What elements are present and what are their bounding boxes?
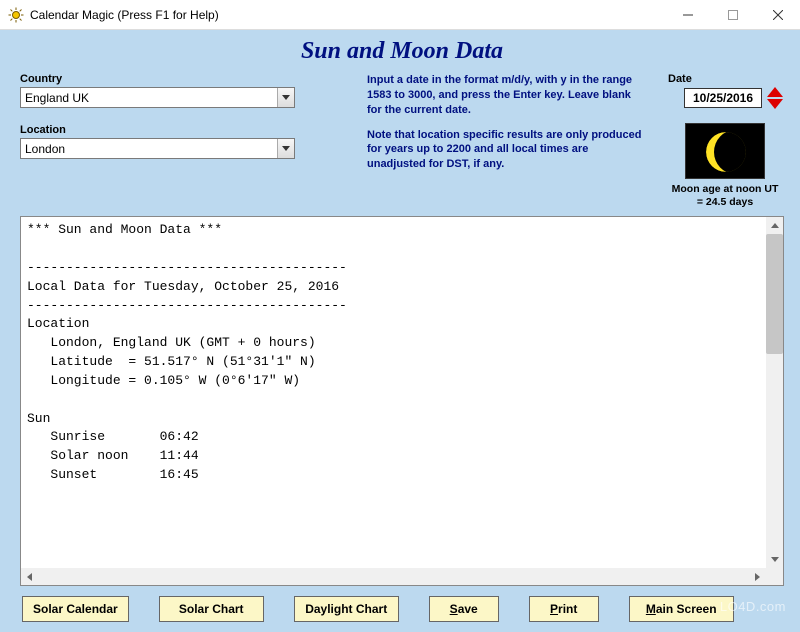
page-title: Sun and Moon Data [20,38,784,65]
app-icon [8,7,24,23]
moon-phase-icon [685,123,765,179]
minimize-button[interactable] [665,0,710,29]
scroll-corner [766,568,783,585]
date-moon-column: Date [666,73,784,208]
moon-caption: Moon age at noon UT = 24.5 days [666,183,784,208]
button-row: Solar Calendar Solar Chart Daylight Char… [20,596,784,622]
scroll-right-icon[interactable] [749,568,766,585]
country-value: England UK [21,91,277,105]
location-value: London [21,142,277,156]
vertical-scrollbar[interactable] [766,217,783,568]
titlebar: Calendar Magic (Press F1 for Help) [0,0,800,30]
country-location-column: Country England UK Location London [20,73,295,208]
solar-calendar-button[interactable]: Solar Calendar [22,596,129,622]
main-screen-button[interactable]: Main Screen [629,596,734,622]
maximize-button[interactable] [710,0,755,29]
scroll-track[interactable] [766,234,783,551]
location-label: Location [20,124,295,136]
scroll-thumb[interactable] [766,234,783,354]
instruction-line-1: Input a date in the format m/d/y, with y… [367,73,648,118]
instructions: Input a date in the format m/d/y, with y… [307,73,654,208]
daylight-chart-button[interactable]: Daylight Chart [294,596,399,622]
client-area: Sun and Moon Data Country England UK Loc… [0,30,800,632]
top-controls: Country England UK Location London Input… [20,73,784,208]
output-panel: *** Sun and Moon Data *** --------------… [20,216,784,586]
save-button[interactable]: Save [429,596,499,622]
country-label: Country [20,73,295,85]
date-spinner[interactable] [766,87,784,109]
output-text[interactable]: *** Sun and Moon Data *** --------------… [21,217,766,568]
close-button[interactable] [755,0,800,29]
location-combobox[interactable]: London [20,138,295,159]
date-label: Date [668,73,784,85]
scroll-left-icon[interactable] [21,568,38,585]
chevron-down-icon[interactable] [277,139,294,158]
country-combobox[interactable]: England UK [20,87,295,108]
scroll-down-icon[interactable] [766,551,783,568]
horizontal-scrollbar[interactable] [21,568,766,585]
date-input[interactable] [684,88,762,108]
instruction-line-2: Note that location specific results are … [367,128,648,173]
window-title: Calendar Magic (Press F1 for Help) [30,8,665,22]
chevron-down-icon[interactable] [277,88,294,107]
window-controls [665,0,800,29]
scroll-track[interactable] [38,568,749,585]
print-button[interactable]: Print [529,596,599,622]
solar-chart-button[interactable]: Solar Chart [159,596,264,622]
scroll-up-icon[interactable] [766,217,783,234]
